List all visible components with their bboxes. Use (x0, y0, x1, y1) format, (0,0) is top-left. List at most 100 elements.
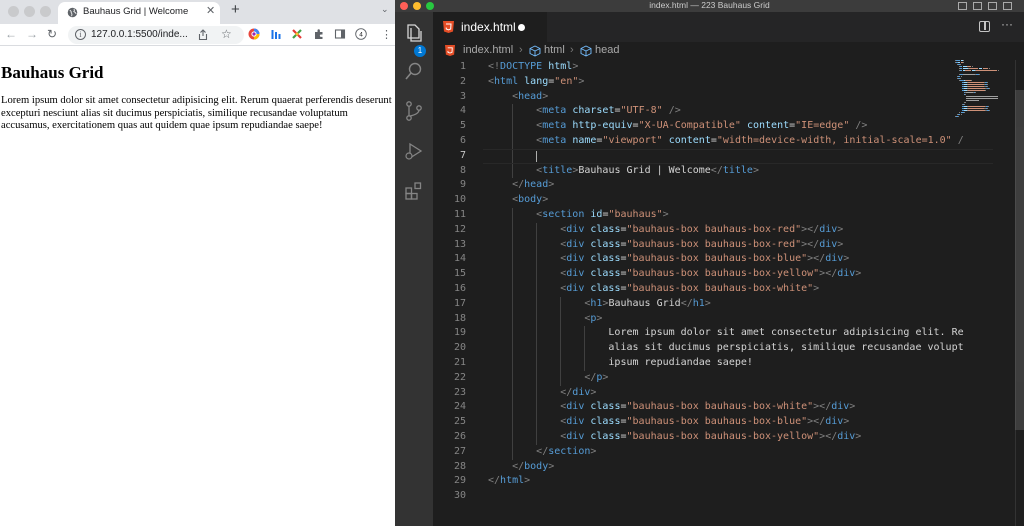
code-line[interactable]: 30 (433, 489, 993, 504)
code-line[interactable]: 5 <meta http-equiv="X-UA-Compatible" con… (433, 119, 993, 134)
toggle-sidebar-icon[interactable] (958, 2, 967, 10)
breadcrumb-file[interactable]: index.html (463, 44, 513, 56)
breadcrumb-separator-icon: › (570, 44, 574, 56)
code-line[interactable]: 23 </div> (433, 386, 993, 401)
code-token: > (843, 416, 850, 428)
code-token: "bauhaus-box bauhaus-box-red" (626, 238, 802, 250)
breadcrumb-head[interactable]: head (595, 44, 619, 56)
minimap-stroke (988, 106, 989, 107)
color-extension-icon[interactable] (248, 28, 260, 40)
code-line[interactable]: 4 <meta charset="UTF-8" /> (433, 104, 993, 119)
code-token: "X-UA-Compatible" (638, 120, 741, 132)
code-line[interactable]: 25 <div class="bauhaus-box bauhaus-box-b… (433, 415, 993, 430)
more-actions-icon[interactable]: ··· (1001, 17, 1013, 31)
minimap-stroke (967, 86, 985, 87)
code-line[interactable]: 10 <body> (433, 193, 993, 208)
browser-tab-title: Bauhaus Grid | Welcome (83, 6, 189, 17)
cross-extension-icon[interactable] (291, 28, 303, 40)
code-token: > (843, 253, 850, 265)
code-token: > (849, 401, 856, 413)
code-line[interactable]: 28 </body> (433, 460, 993, 475)
code-token: div (825, 253, 844, 265)
editor-tab-index-html[interactable]: index.html (433, 12, 547, 42)
code-line[interactable]: 18 <p> (433, 312, 993, 327)
share-icon[interactable] (198, 29, 208, 41)
tab-search-chevron-icon[interactable]: ⌄ (381, 4, 389, 15)
new-tab-button[interactable]: + (231, 1, 240, 18)
code-token: "bauhaus-box bauhaus-box-blue" (626, 416, 808, 428)
code-line[interactable]: 2 <html lang="en"> (433, 75, 993, 90)
code-line[interactable]: 17 <h1>Bauhaus Grid</h1> (433, 297, 993, 312)
side-panel-icon[interactable] (334, 28, 346, 40)
line-number: 18 (453, 312, 466, 324)
code-token: ></ (807, 416, 826, 428)
browser-toolbar: ← → ↻ i 127.0.0.1:5500/inde... ☆ 4 ⋮ (0, 24, 395, 46)
code-line[interactable]: 11 <section id="bauhaus"> (433, 208, 993, 223)
globe-icon (67, 7, 78, 18)
code-line[interactable]: 8 <title>Bauhaus Grid | Welcome</title> (433, 164, 993, 179)
bars-extension-icon[interactable] (270, 28, 282, 40)
scrollbar-thumb[interactable] (1015, 90, 1024, 430)
code-token: > (855, 268, 862, 280)
minimap-stroke (964, 94, 966, 95)
code-line[interactable]: 13 <div class="bauhaus-box bauhaus-box-r… (433, 238, 993, 253)
vscode-window-title: index.html — 223 Bauhaus Grid (649, 0, 770, 10)
code-line[interactable]: 27 </section> (433, 445, 993, 460)
code-line[interactable]: 6 <meta name="viewport" content="width=d… (433, 134, 993, 149)
toggle-secondary-sidebar-icon[interactable] (988, 2, 997, 10)
toggle-panel-icon[interactable] (973, 2, 982, 10)
source-control-icon[interactable] (403, 100, 425, 122)
breadcrumb-html[interactable]: html (544, 44, 565, 56)
minimap-stroke (997, 70, 999, 71)
search-icon[interactable] (403, 60, 425, 82)
unsaved-dot-icon[interactable] (518, 24, 525, 31)
explorer-icon[interactable] (403, 22, 425, 44)
window-close-button[interactable] (8, 6, 19, 17)
code-token: > (855, 431, 862, 442)
address-url[interactable]: 127.0.0.1:5500/inde... (91, 29, 188, 40)
forward-button[interactable]: → (26, 27, 38, 41)
close-tab-icon[interactable]: ✕ (206, 4, 215, 17)
minimap[interactable] (955, 60, 1015, 120)
code-line[interactable]: 29 </html> (433, 474, 993, 489)
browser-tab-active[interactable]: Bauhaus Grid | Welcome ✕ (58, 2, 220, 24)
site-info-icon[interactable]: i (75, 29, 86, 40)
editor-scrollbar[interactable] (1015, 60, 1024, 526)
code-line[interactable]: 1 <!DOCTYPE html> (433, 60, 993, 75)
code-line[interactable]: 26 <div class="bauhaus-box bauhaus-box-y… (433, 430, 993, 445)
window-zoom-button[interactable] (40, 6, 51, 17)
code-token: h1 (692, 297, 705, 309)
address-bar[interactable]: i 127.0.0.1:5500/inde... ☆ (68, 26, 244, 44)
bookmark-star-icon[interactable]: ☆ (221, 27, 232, 41)
code-line[interactable]: 15 <div class="bauhaus-box bauhaus-box-y… (433, 267, 993, 282)
split-editor-icon[interactable] (979, 21, 990, 32)
code-text: <div class="bauhaus-box bauhaus-box-whit… (488, 400, 855, 415)
code-line[interactable]: 9 </head> (433, 178, 993, 193)
code-editor[interactable]: 1 <!DOCTYPE html> 2 <html lang="en"> 3 <head… (433, 60, 1024, 526)
code-line[interactable]: 22 </p> (433, 371, 993, 386)
profile-avatar-icon[interactable]: 4 (355, 28, 367, 40)
code-line[interactable]: 24 <div class="bauhaus-box bauhaus-box-w… (433, 400, 993, 415)
code-line[interactable]: 19 Lorem ipsum dolor sit amet consectetu… (433, 326, 993, 341)
code-token: class (590, 283, 621, 294)
code-line[interactable]: 21 ipsum repudiandae saepe! (433, 356, 993, 371)
puzzle-extensions-icon[interactable] (313, 28, 325, 40)
html5-file-icon (443, 21, 454, 33)
window-minimize-button[interactable] (24, 6, 35, 17)
code-line[interactable]: 7 (433, 148, 993, 164)
code-token: </ (584, 371, 597, 383)
code-line[interactable]: 20 alias sit ducimus perspiciatis, simil… (433, 341, 993, 356)
browser-menu-icon[interactable]: ⋮ (381, 28, 392, 41)
code-token: Lorem ipsum dolor sit amet consectetur a… (488, 327, 964, 339)
code-line[interactable]: 14 <div class="bauhaus-box bauhaus-box-b… (433, 252, 993, 267)
code-line[interactable]: 3 <head> (433, 90, 993, 105)
back-button[interactable]: ← (5, 27, 17, 41)
code-line[interactable]: 12 <div class="bauhaus-box bauhaus-box-r… (433, 223, 993, 238)
customize-layout-icon[interactable] (1003, 2, 1012, 10)
code-line[interactable]: 16 <div class="bauhaus-box bauhaus-box-w… (433, 282, 993, 297)
run-debug-icon[interactable] (403, 140, 425, 162)
reload-button[interactable]: ↻ (47, 27, 57, 41)
extensions-icon[interactable] (403, 180, 425, 202)
